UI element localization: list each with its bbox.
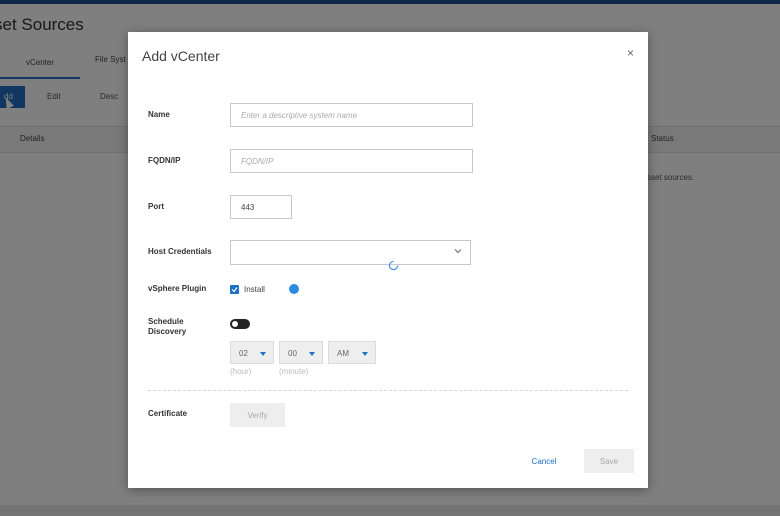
minute-value: 00 [288, 349, 297, 358]
dialog-title: Add vCenter [142, 48, 220, 64]
chevron-down-icon [454, 249, 462, 254]
cancel-button[interactable]: Cancel [520, 454, 568, 468]
host-credentials-label: Host Credentials [148, 247, 212, 256]
section-divider [148, 390, 628, 391]
add-vcenter-dialog: Add vCenter × Name FQDN/IP Port Host Cre… [128, 32, 648, 488]
name-input[interactable] [230, 103, 473, 127]
vsphere-plugin-label: vSphere Plugin [148, 284, 207, 293]
minute-hint: (minute) [279, 367, 309, 376]
hour-hint: (hour) [230, 367, 252, 376]
caret-down-icon [260, 352, 266, 356]
toggle-knob [232, 321, 238, 327]
caret-down-icon [362, 352, 368, 356]
name-label: Name [148, 110, 170, 119]
check-icon [231, 287, 238, 293]
certificate-label: Certificate [148, 409, 188, 418]
schedule-discovery-toggle[interactable] [230, 319, 250, 329]
install-checkbox-label[interactable]: Install [244, 285, 265, 295]
fqdn-input[interactable] [230, 149, 473, 173]
close-icon[interactable]: × [627, 47, 637, 59]
port-label: Port [148, 202, 164, 211]
caret-down-icon [309, 352, 315, 356]
hour-value: 02 [239, 349, 248, 358]
spinner-icon [388, 260, 399, 271]
fqdn-label: FQDN/IP [148, 156, 181, 165]
host-credentials-select[interactable] [230, 240, 471, 265]
save-button[interactable]: Save [584, 449, 634, 473]
minute-select[interactable]: 00 [279, 341, 323, 364]
ampm-select[interactable]: AM [328, 341, 376, 364]
verify-button[interactable]: Verify [230, 403, 285, 427]
ampm-value: AM [337, 349, 349, 358]
hour-select[interactable]: 02 [230, 341, 274, 364]
info-icon[interactable] [289, 284, 299, 294]
install-checkbox[interactable] [230, 285, 239, 294]
schedule-discovery-label: Schedule Discovery [148, 317, 187, 336]
port-input[interactable] [230, 195, 292, 219]
